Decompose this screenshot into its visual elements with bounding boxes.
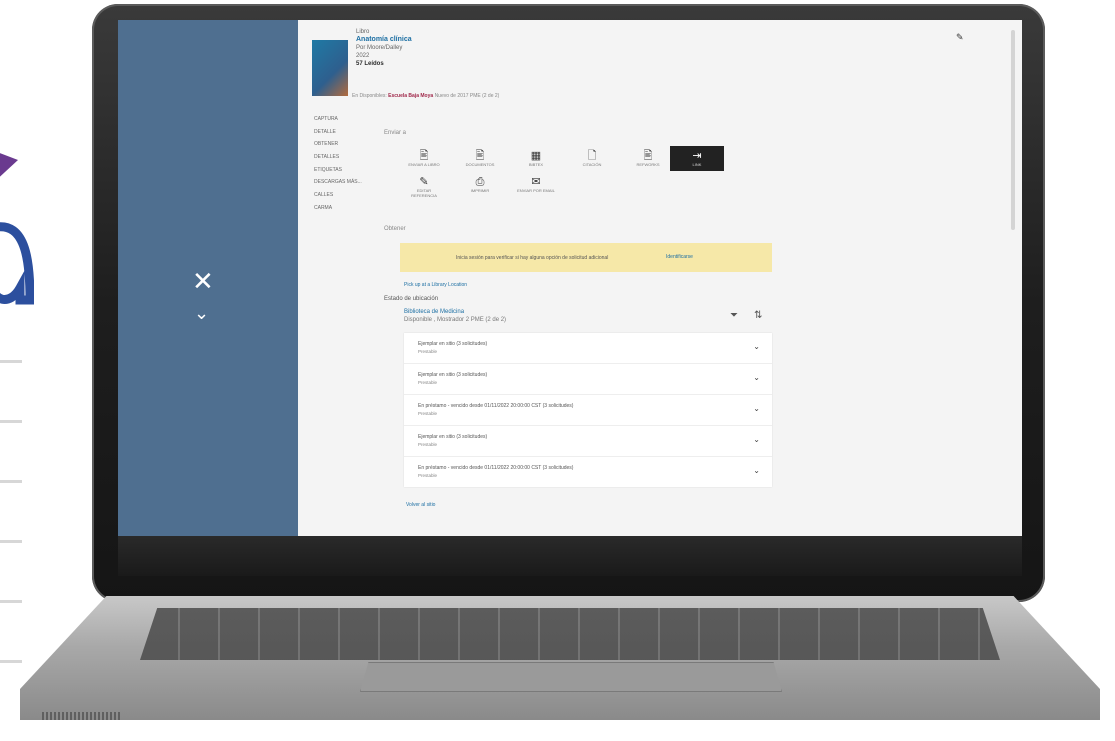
record-type: Libro — [356, 29, 370, 35]
book-cover[interactable] — [312, 40, 348, 96]
section-nav: CAPTURA DETALLE OBTENER DETALLES ETIQUET… — [314, 116, 362, 218]
nav-item[interactable]: DETALLE — [314, 129, 362, 135]
nav-item[interactable]: DESCARGAS MÁS... — [314, 179, 362, 185]
record-title[interactable]: Anatomía clínica — [356, 36, 412, 44]
record-meta: Libro Anatomía clínica Por Moore/Dalley … — [356, 28, 412, 68]
nav-item[interactable]: CAPTURA — [314, 116, 362, 122]
item-title: Ejemplar en sitio (3 solicitudes) — [418, 434, 488, 440]
items-list: Ejemplar en sitio (3 solicitudes) Presta… — [404, 333, 772, 487]
item-title: Ejemplar en sitio (3 solicitudes) — [418, 341, 488, 347]
side-text-line — [0, 600, 22, 603]
document-icon: 🖹 — [643, 150, 653, 162]
document-icon: 🖹 — [419, 150, 429, 162]
sign-in-link[interactable]: Identificarse — [666, 254, 693, 260]
item-title: En préstamo - vencido desde 01/11/2022 2… — [418, 403, 574, 409]
scrollbar[interactable] — [1011, 30, 1015, 230]
pencil-icon: ✎ — [419, 176, 429, 188]
list-item[interactable]: Ejemplar en sitio (3 solicitudes) Presta… — [404, 364, 772, 395]
send-action-button[interactable]: 🖹 DOCUMENTOS — [460, 150, 500, 167]
location-heading: Estado de ubicación — [384, 296, 439, 302]
record-count: 57 Leídos — [356, 61, 384, 67]
chevron-down-icon[interactable]: ⌄ — [753, 342, 760, 351]
left-panel: ✕ ⌄ — [118, 20, 298, 536]
list-item[interactable]: En préstamo - vencido desde 01/11/2022 2… — [404, 457, 772, 487]
send-to-heading: Enviar a — [384, 130, 407, 136]
send-action-button[interactable]: ✉ ENVIAR POR EMAIL — [516, 176, 556, 193]
item-status: Prestable — [418, 473, 438, 478]
nav-item[interactable]: OBTENER — [314, 141, 362, 147]
item-status: Prestable — [418, 442, 438, 447]
location-group[interactable]: Biblioteca de Medicina Disponible , Most… — [404, 308, 506, 324]
pickup-link[interactable]: Pick up at a Library Location — [404, 282, 467, 288]
holdings-location[interactable]: Escuela Baja Moya — [388, 93, 433, 99]
side-text-line — [0, 360, 22, 363]
laptop-trackpad — [360, 662, 782, 692]
location-group-subtitle: Disponible , Mostrador 2 PME (2 de 2) — [404, 317, 507, 323]
filter-icon[interactable]: ⏷ — [730, 310, 738, 321]
list-item[interactable]: Ejemplar en sitio (3 solicitudes) Presta… — [404, 333, 772, 364]
send-action-button[interactable]: ✎ EDITAR REFERENCIA — [404, 176, 444, 198]
banner-message: Inicia sesión para verificar si hay algu… — [456, 255, 609, 261]
close-icon[interactable]: ✕ — [192, 268, 214, 294]
printer-icon: ⎙ — [475, 176, 485, 188]
chevron-down-icon[interactable]: ⌄ — [753, 435, 760, 444]
chevron-down-icon[interactable]: ⌄ — [194, 303, 209, 324]
sign-in-banner: Inicia sesión para verificar si hay algu… — [400, 243, 772, 272]
chevron-down-icon[interactable]: ⌄ — [753, 404, 760, 413]
send-action-button[interactable]: 🖹 REFWORKS — [628, 150, 668, 167]
send-action-button[interactable]: 🗋 CITACIÓN — [572, 150, 612, 167]
item-status: Prestable — [418, 380, 438, 385]
chevron-down-icon[interactable]: ⌄ — [753, 373, 760, 382]
laptop-screen: ✕ ⌄ Libro Anatomía clínica Por Moore/Dal… — [118, 20, 1022, 536]
holdings-prefix: En Disponibles: — [352, 93, 387, 99]
side-text-line — [0, 420, 22, 423]
link-icon: ⇥ — [692, 150, 702, 162]
record-author: Por Moore/Dalley — [356, 45, 403, 51]
document-icon: 🖹 — [475, 150, 485, 162]
item-title: En préstamo - vencido desde 01/11/2022 2… — [418, 465, 574, 471]
item-title: Ejemplar en sitio (3 solicitudes) — [418, 372, 488, 378]
sort-icon[interactable]: ⇅ — [754, 310, 762, 321]
chevron-down-icon[interactable]: ⌄ — [753, 466, 760, 475]
record-year: 2022 — [356, 53, 370, 59]
email-icon: ✉ — [531, 176, 541, 188]
side-text-line — [0, 540, 22, 543]
nav-item[interactable]: CALLES — [314, 192, 362, 198]
send-action-button[interactable]: ▦ BIBTEX — [516, 150, 556, 167]
table-icon: ▦ — [530, 150, 542, 162]
holdings-line: En Disponibles: Escuela Baja Moya Nuevo … — [352, 93, 499, 99]
side-text-line — [0, 480, 22, 483]
file-icon: 🗋 — [587, 150, 597, 162]
pin-icon[interactable]: ✎ — [956, 32, 964, 43]
list-item[interactable]: Ejemplar en sitio (3 solicitudes) Presta… — [404, 426, 772, 457]
holdings-detail: Nuevo de 2017 PME (2 de 2) — [434, 93, 500, 99]
obtain-heading: Obtener — [384, 226, 406, 232]
back-link[interactable]: Volver al sitio — [406, 502, 435, 508]
side-text-line — [0, 660, 22, 663]
item-status: Prestable — [418, 411, 438, 416]
link-action-button[interactable]: ⇥ LINK — [670, 146, 724, 171]
send-action-button[interactable]: ⎙ IMPRIMIR — [460, 176, 500, 193]
laptop-keyboard — [140, 608, 1000, 660]
nav-item[interactable]: CARMA — [314, 205, 362, 211]
nav-item[interactable]: ETIQUETAS — [314, 167, 362, 173]
nav-item[interactable]: DETALLES — [314, 154, 362, 160]
record-view: Libro Anatomía clínica Por Moore/Dalley … — [298, 20, 1022, 536]
send-action-button[interactable]: 🖹 ENVIAR A LIBRO — [404, 150, 444, 167]
item-status: Prestable — [418, 349, 438, 354]
laptop-bezel-bottom — [118, 536, 1022, 576]
brand-logo-fragment — [0, 153, 34, 305]
list-item[interactable]: En préstamo - vencido desde 01/11/2022 2… — [404, 395, 772, 426]
speaker-grill — [42, 712, 122, 720]
location-group-title: Biblioteca de Medicina — [404, 309, 465, 315]
